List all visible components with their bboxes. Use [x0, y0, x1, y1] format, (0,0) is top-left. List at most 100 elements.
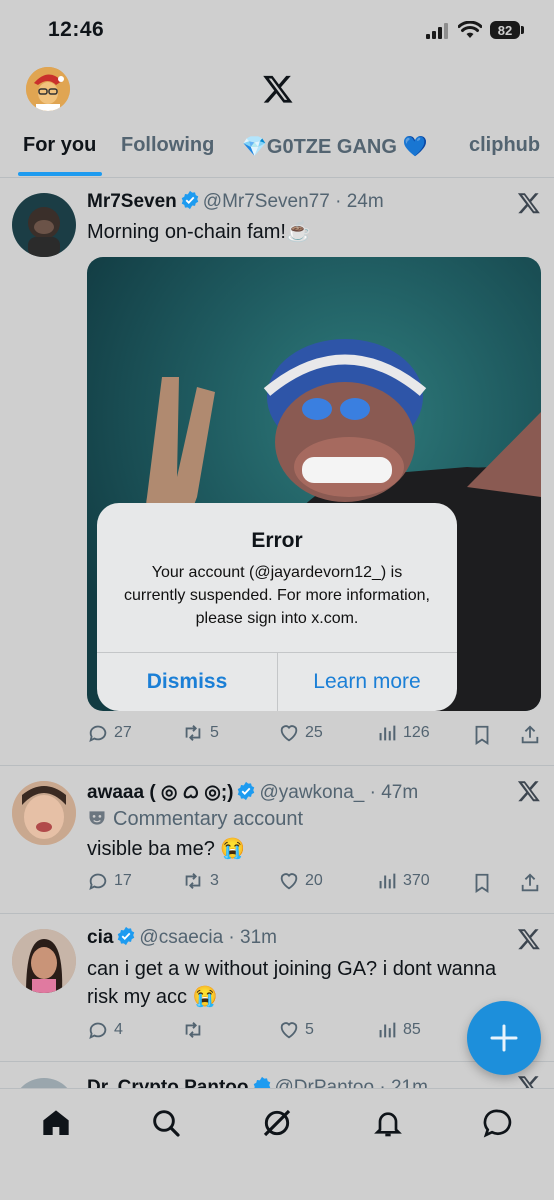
search-icon[interactable] — [150, 1107, 182, 1139]
battery-tip — [521, 26, 524, 34]
home-icon[interactable] — [40, 1107, 72, 1139]
view-count: 370 — [403, 872, 430, 889]
views-button[interactable]: 85 — [376, 1019, 421, 1041]
timeline-tabs: For you Following 💎G0TZE GANG 💙 cliphub — [0, 128, 554, 176]
view-count: 126 — [403, 724, 430, 741]
learn-more-button[interactable]: Learn more — [277, 652, 457, 711]
bookmark-icon[interactable] — [471, 724, 493, 746]
notifications-bell-icon[interactable] — [372, 1107, 404, 1139]
x-grok-icon[interactable] — [517, 191, 541, 215]
like-button[interactable]: 5 — [278, 1019, 314, 1041]
heart-icon — [280, 873, 298, 890]
tweet-timestamp[interactable]: 31m — [240, 927, 277, 948]
tweet-dot-separator: · — [364, 782, 382, 803]
tweet-text: Morning on-chain fam!☕ — [87, 221, 311, 243]
tweet-author-name[interactable]: Mr7Seven — [87, 191, 177, 212]
tweet-author-handle[interactable]: @csaecia — [139, 927, 223, 948]
tab-g0tze-gang[interactable]: 💎G0TZE GANG 💙 — [242, 134, 427, 159]
signal-icon — [426, 23, 448, 39]
x-grok-icon[interactable] — [517, 779, 541, 803]
wifi-icon — [458, 21, 482, 38]
tweet-header: cia @csaecia · 31m — [87, 926, 277, 949]
battery-indicator: 82 — [490, 21, 520, 39]
tab-for-you[interactable]: For you — [23, 134, 96, 157]
tweet-avatar[interactable] — [12, 1078, 76, 1088]
views-chart-icon — [379, 1022, 396, 1038]
tweet-divider — [0, 913, 554, 914]
tweet-timestamp[interactable]: 21m — [391, 1077, 428, 1088]
reply-icon — [89, 725, 107, 743]
tab-following[interactable]: Following — [121, 134, 214, 157]
views-button[interactable]: 370 — [376, 870, 430, 892]
repost-button[interactable] — [181, 1019, 210, 1041]
dialog-message: Your account (@jayardevorn12_) is curren… — [124, 564, 430, 627]
tweet-header: awaaa ( ◎ ᜊ ◎;) @yawkona_ · 47m — [87, 778, 418, 804]
tweet-header: Dr. Crypto Pantoo @DrPantoo · 21m — [87, 1076, 428, 1088]
tweet-author-handle[interactable]: @yawkona_ — [259, 782, 364, 803]
tweet-avatar[interactable] — [12, 781, 76, 845]
tweet-author-name[interactable]: Dr. Crypto Pantoo — [87, 1077, 249, 1088]
commentary-mask-icon — [89, 811, 105, 825]
bottom-navigation — [0, 1088, 554, 1200]
dismiss-button[interactable]: Dismiss — [97, 652, 277, 711]
tweet-author-handle[interactable]: @Mr7Seven77 — [203, 191, 330, 212]
like-count: 25 — [305, 724, 323, 741]
reply-button[interactable]: 27 — [87, 722, 132, 744]
verified-badge-icon — [118, 926, 135, 946]
like-count: 5 — [305, 1021, 314, 1038]
tweet-text: visible ba me? 😭 — [87, 838, 246, 860]
tweet-actions: 17 3 20 370 — [0, 870, 554, 896]
views-chart-icon — [379, 725, 396, 741]
tweet-timestamp[interactable]: 24m — [347, 191, 384, 212]
repost-button[interactable]: 3 — [181, 870, 219, 892]
messages-icon[interactable] — [482, 1107, 514, 1139]
reply-button[interactable]: 4 — [87, 1019, 123, 1041]
reply-button[interactable]: 17 — [87, 870, 132, 892]
tweet-author-handle[interactable]: @DrPantoo — [275, 1077, 375, 1088]
grok-icon[interactable] — [261, 1107, 293, 1139]
reply-count: 4 — [114, 1021, 123, 1038]
tweet-dot-separator: · — [374, 1077, 391, 1088]
heart-icon — [280, 1022, 298, 1039]
reply-count: 27 — [114, 724, 132, 741]
verified-badge-icon — [238, 781, 255, 801]
tweet-text: can i get a w without joining GA? i dont… — [87, 958, 497, 1008]
tweet-actions: 4 5 85 — [0, 1019, 460, 1045]
share-icon[interactable] — [519, 872, 541, 894]
tweet-author-name[interactable]: cia — [87, 927, 113, 948]
like-button[interactable]: 25 — [278, 722, 323, 744]
like-button[interactable]: 20 — [278, 870, 323, 892]
account-label-text: Commentary account — [113, 808, 304, 830]
x-grok-icon[interactable] — [517, 1074, 541, 1088]
tweet-avatar[interactable] — [12, 193, 76, 257]
x-logo-icon[interactable] — [262, 73, 294, 105]
bookmark-icon[interactable] — [471, 872, 493, 894]
like-count: 20 — [305, 872, 323, 889]
profile-avatar[interactable] — [26, 67, 70, 111]
share-icon[interactable] — [519, 724, 541, 746]
repost-count: 3 — [210, 872, 219, 889]
tweet-avatar[interactable] — [12, 929, 76, 993]
views-chart-icon — [379, 873, 396, 889]
plus-icon — [490, 1024, 518, 1052]
tab-cliphub[interactable]: cliphub — [469, 134, 540, 157]
repost-count: 5 — [210, 724, 219, 741]
repost-icon — [185, 873, 201, 889]
tweet-dot-separator: · — [329, 191, 347, 212]
x-grok-icon[interactable] — [517, 927, 541, 951]
views-button[interactable]: 126 — [376, 722, 430, 744]
heart-icon — [280, 725, 298, 742]
reply-icon — [89, 873, 107, 891]
compose-button[interactable] — [467, 1001, 541, 1075]
account-label: Commentary account — [87, 808, 303, 831]
repost-icon — [185, 1022, 201, 1038]
tweet-author-name[interactable]: awaaa ( ◎ ᜊ ◎;) — [87, 782, 233, 803]
repost-icon — [185, 725, 201, 741]
verified-badge-icon — [181, 190, 199, 210]
verified-badge-icon — [253, 1076, 270, 1088]
tweet-timestamp[interactable]: 47m — [381, 782, 418, 803]
tabs-divider — [0, 177, 554, 178]
repost-button[interactable]: 5 — [181, 722, 219, 744]
tweet-header: Mr7Seven @Mr7Seven77 · 24m — [87, 190, 384, 213]
tweet-dot-separator: · — [223, 927, 241, 948]
